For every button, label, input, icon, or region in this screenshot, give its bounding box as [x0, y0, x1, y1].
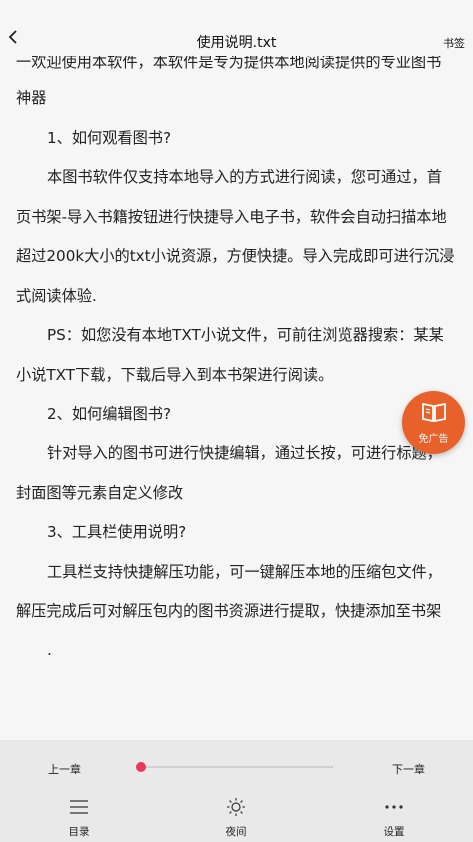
- book-icon: [421, 401, 447, 427]
- text-line: 页书架-导入书籍按钮进行快捷导入电子书，软件会自动扫描本地: [16, 208, 447, 226]
- top-bar: 使用说明.txt 书签: [0, 0, 473, 56]
- text-line: .: [47, 641, 52, 659]
- toc-label: 目录: [68, 826, 90, 838]
- next-chapter-button[interactable]: 下一章: [392, 761, 425, 777]
- remove-ads-label: 免广告: [418, 434, 449, 445]
- section-heading: 3、工具栏使用说明?: [47, 523, 187, 541]
- night-mode-button[interactable]: 夜间: [206, 796, 266, 839]
- remove-ads-button[interactable]: 免广告: [402, 391, 465, 454]
- section-heading: 2、如何编辑图书?: [47, 405, 172, 423]
- reader-toolbar: 上一章 下一章 目录 夜间 设置: [0, 740, 473, 842]
- settings-button[interactable]: 设置: [364, 796, 424, 839]
- night-mode-label: 夜间: [225, 826, 247, 838]
- page-title: 使用说明.txt: [196, 35, 277, 51]
- more-dots-icon: [364, 796, 424, 818]
- text-line: 本图书软件仅支持本地导入的方式进行阅读，您可通过，首: [47, 168, 442, 186]
- sun-icon: [206, 796, 266, 818]
- text-line: 封面图等元素自定义修改: [16, 484, 184, 502]
- reading-content: 一欢迎使用本软件，本软件是专为提供本地阅读提供的专业图书 神器 1、如何观看图书…: [0, 0, 473, 740]
- slider-thumb[interactable]: [136, 762, 146, 772]
- settings-label: 设置: [383, 826, 405, 838]
- text-line: 神器: [16, 89, 47, 107]
- text-line: 超过200k大小的txt小说资源，方便快捷。导入完成即可进行沉浸: [16, 247, 455, 265]
- chapter-progress-slider[interactable]: [136, 762, 333, 772]
- toc-button[interactable]: 目录: [49, 796, 109, 839]
- text-line: 式阅读体验.: [16, 287, 97, 305]
- text-line: 针对导入的图书可进行快捷编辑，通过长按，可进行标题，: [47, 444, 442, 462]
- prev-chapter-button[interactable]: 上一章: [48, 761, 81, 777]
- section-heading: 1、如何观看图书?: [47, 129, 172, 147]
- text-line: 工具栏支持快捷解压功能，可一键解压本地的压缩包文件，: [47, 563, 442, 581]
- text-line: PS：如您没有本地TXT小说文件，可前往浏览器搜索：某某: [47, 326, 444, 344]
- list-icon: [49, 796, 109, 818]
- text-line: 小说TXT下载，下载后导入到本书架进行阅读。: [16, 366, 334, 384]
- text-line: 解压完成后可对解压包内的图书资源进行提取，快捷添加至书架: [16, 602, 442, 620]
- bookmark-button[interactable]: 书签: [443, 35, 465, 51]
